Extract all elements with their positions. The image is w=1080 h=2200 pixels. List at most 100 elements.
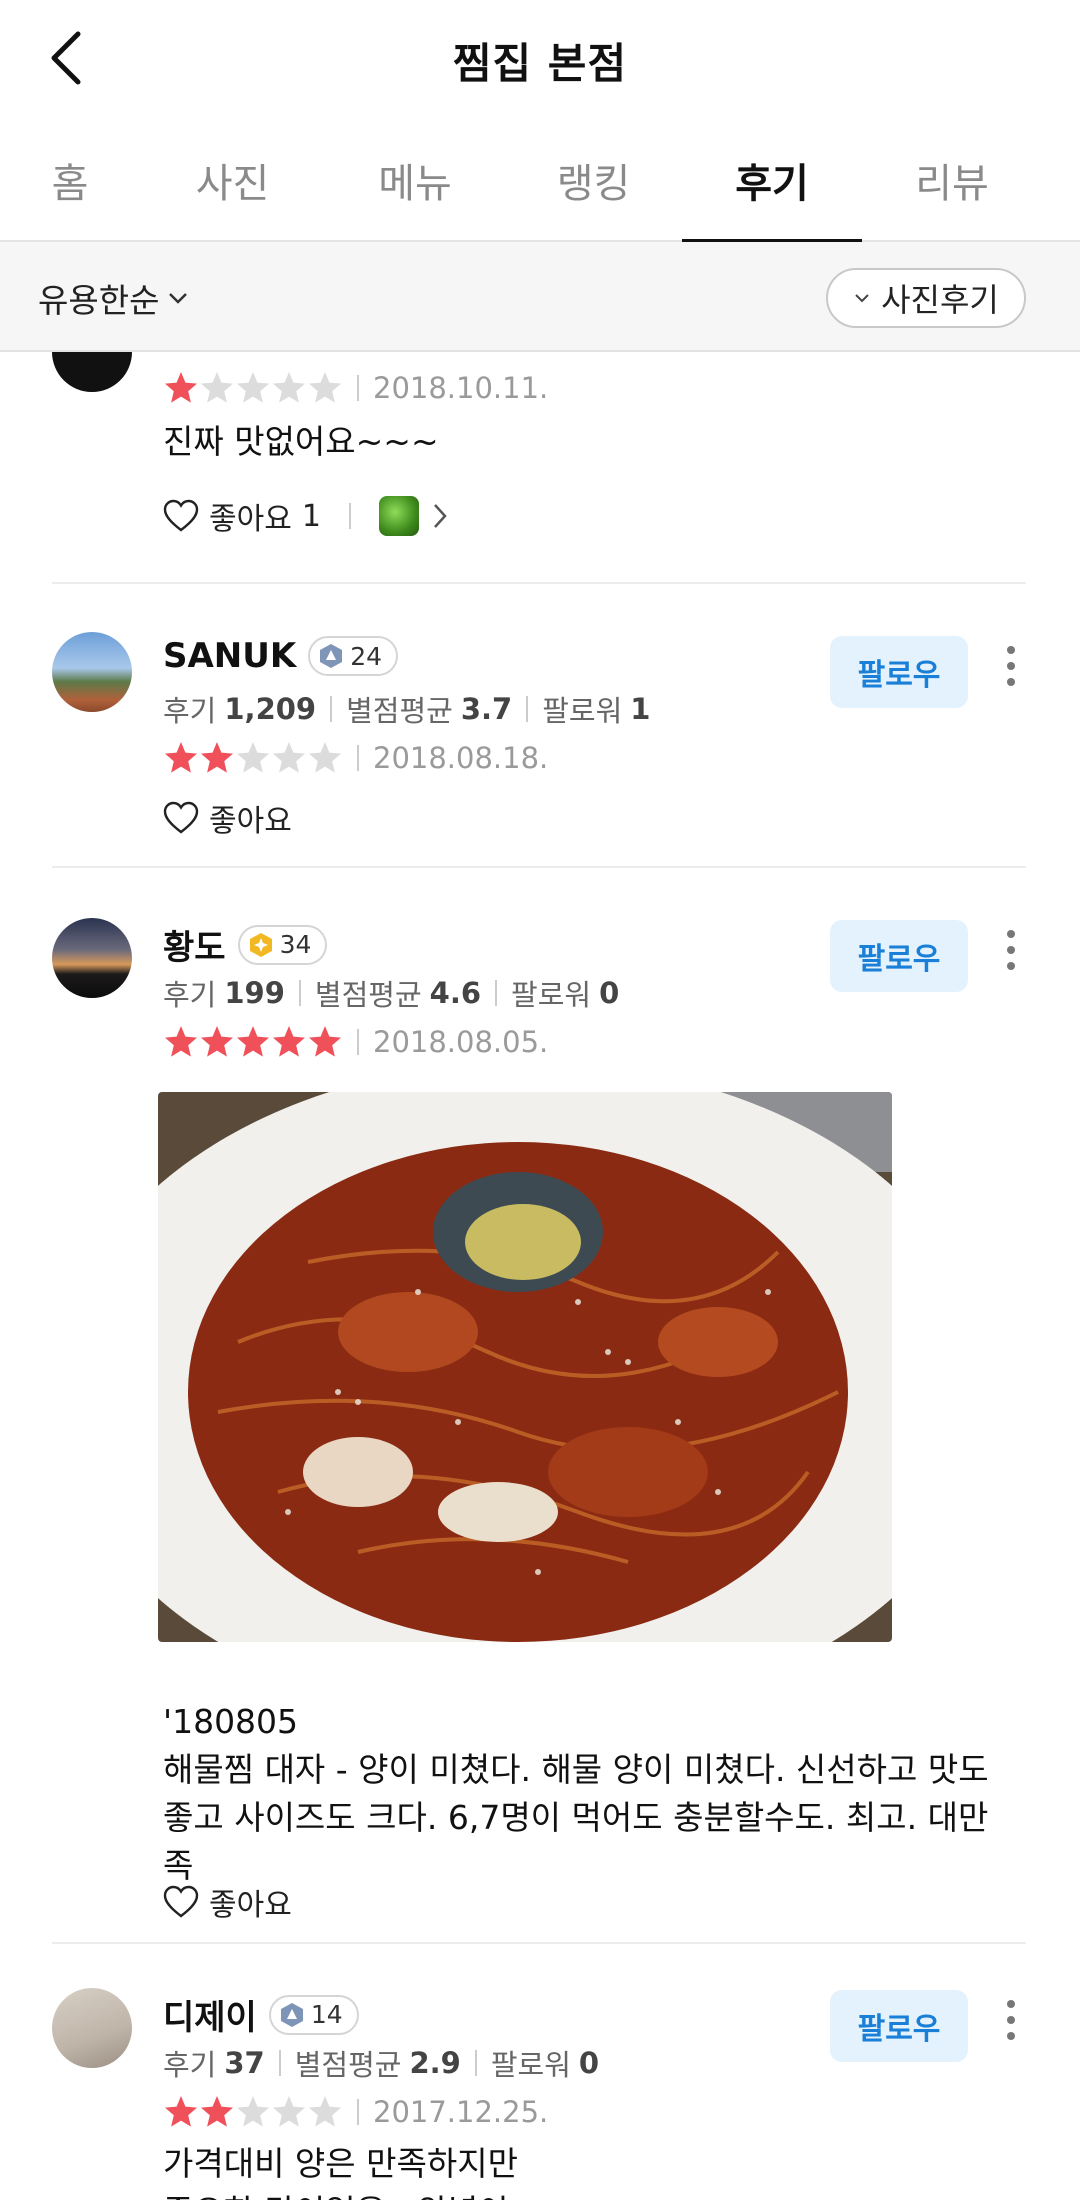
heart-icon[interactable] xyxy=(163,1885,199,1919)
level-icon xyxy=(249,932,272,957)
review-list[interactable]: 2018.10.11. 진짜 맛없어요~~~ 좋아요 1 SANUK 24 후기… xyxy=(0,352,1080,2200)
avatar[interactable] xyxy=(52,352,132,392)
tab-reviews[interactable]: 후기 xyxy=(682,118,862,244)
follower-count: 0 xyxy=(578,2046,600,2080)
review-count-label: 후기 xyxy=(163,694,217,728)
tab-blog-reviews[interactable]: 리뷰 xyxy=(862,118,1042,242)
star-filled-icon xyxy=(201,1026,233,1057)
filter-bar: 유용한순 사진후기 xyxy=(0,242,1080,352)
level-number: 34 xyxy=(279,930,312,959)
review-text: 진짜 맛없어요~~~ xyxy=(163,422,439,461)
avatar[interactable] xyxy=(52,1988,132,2068)
review-text: 해물찜 대자 - 양이 미쳤다. 해물 양이 미쳤다. 신선하고 맛도 좋고 사… xyxy=(163,1750,989,1885)
star-empty-icon xyxy=(309,372,341,403)
review-date: 2018.08.05. xyxy=(373,1025,549,1059)
star-empty-icon xyxy=(237,372,269,403)
page-title: 찜집 본점 xyxy=(452,39,628,88)
follow-button[interactable]: 팔로우 xyxy=(830,1990,968,2062)
more-options-icon[interactable] xyxy=(996,920,1026,980)
star-filled-icon xyxy=(165,1026,197,1057)
rating-row: 2018.08.05. xyxy=(163,1024,548,1060)
level-icon xyxy=(280,2002,303,2027)
avg-rating: 2.9 xyxy=(409,2046,461,2080)
avg-rating-label: 별점평균 xyxy=(346,694,453,728)
user-name[interactable]: 황도 xyxy=(163,920,226,969)
level-badge: 24 xyxy=(308,636,399,676)
rating-row: 2017.12.25. xyxy=(163,2094,548,2130)
like-label[interactable]: 좋아요 xyxy=(209,1880,292,1924)
follower-label: 팔로워 xyxy=(490,2048,571,2082)
review-date: 2018.08.18. xyxy=(373,741,549,775)
tab-menu[interactable]: 메뉴 xyxy=(325,118,505,242)
like-label[interactable]: 좋아요 xyxy=(209,494,292,538)
like-row: 좋아요 xyxy=(163,796,292,840)
star-rating xyxy=(163,740,343,776)
tab-home[interactable]: 홈 xyxy=(0,118,140,242)
sort-dropdown[interactable]: 유용한순 xyxy=(38,274,189,322)
level-number: 14 xyxy=(310,2000,343,2029)
user-stats: 후기 199 별점평균 4.6 팔로워 0 xyxy=(163,972,619,1014)
rating-row: 2018.10.11. xyxy=(163,370,548,406)
follower-count: 1 xyxy=(630,692,651,726)
tab-photos[interactable]: 사진 xyxy=(140,118,325,242)
review-date: 2017.12.25. xyxy=(373,2095,549,2129)
follow-button[interactable]: 팔로우 xyxy=(830,636,968,708)
like-row: 좋아요 1 xyxy=(163,494,451,538)
like-row: 좋아요 xyxy=(163,1880,292,1924)
review-date: 2018.10.11. xyxy=(373,371,549,405)
more-options-icon[interactable] xyxy=(996,1990,1026,2050)
review-count-label: 후기 xyxy=(163,2048,217,2082)
review-photo[interactable] xyxy=(158,1092,892,1642)
avatar[interactable] xyxy=(52,918,132,998)
like-count: 1 xyxy=(301,498,321,534)
user-name[interactable]: SANUK xyxy=(163,636,296,676)
tab-bar: 홈 사진 메뉴 랭킹 후기 리뷰 xyxy=(0,118,1080,244)
photo-review-filter-label: 사진후기 xyxy=(881,281,999,319)
review-count: 199 xyxy=(224,976,285,1010)
level-badge: 34 xyxy=(237,924,328,965)
follower-count: 0 xyxy=(599,976,620,1010)
star-rating xyxy=(163,1024,343,1060)
level-icon xyxy=(320,644,343,668)
rating-row: 2018.08.18. xyxy=(163,740,548,776)
star-empty-icon xyxy=(309,2096,341,2127)
like-label[interactable]: 좋아요 xyxy=(209,796,292,840)
more-options-icon[interactable] xyxy=(996,636,1026,696)
follow-button[interactable]: 팔로우 xyxy=(830,920,968,992)
follower-label: 팔로워 xyxy=(511,978,592,1012)
avatar[interactable] xyxy=(52,632,132,712)
star-filled-icon xyxy=(201,2096,233,2127)
star-filled-icon xyxy=(165,742,197,773)
chevron-down-icon xyxy=(855,294,869,303)
level-number: 24 xyxy=(350,641,383,671)
divider xyxy=(52,1942,1026,1944)
star-filled-icon xyxy=(309,1026,341,1057)
heart-icon[interactable] xyxy=(163,801,199,835)
reviewer-thumbnail[interactable] xyxy=(378,496,419,536)
user-stats: 후기 37 별점평균 2.9 팔로워 0 xyxy=(163,2042,599,2084)
star-empty-icon xyxy=(237,2096,269,2127)
star-filled-icon xyxy=(165,372,197,403)
star-empty-icon xyxy=(237,742,269,773)
user-name[interactable]: 디제이 xyxy=(163,1990,257,2039)
star-rating xyxy=(163,370,343,406)
user-name-row: 디제이 14 xyxy=(163,1990,359,2039)
avg-rating-label: 별점평균 xyxy=(294,2048,402,2082)
avg-rating: 4.6 xyxy=(429,976,482,1010)
sort-label: 유용한순 xyxy=(38,281,160,320)
tab-ranking[interactable]: 랭킹 xyxy=(505,118,682,242)
star-rating xyxy=(163,2094,343,2130)
star-empty-icon xyxy=(273,742,305,773)
avg-rating-label: 별점평균 xyxy=(314,978,422,1012)
star-filled-icon xyxy=(201,742,233,773)
user-name-row: 황도 34 xyxy=(163,920,328,969)
heart-icon[interactable] xyxy=(163,499,199,533)
photo-review-filter-button[interactable]: 사진후기 xyxy=(826,268,1026,328)
review-text: 가격대비 양은 만족하지만 xyxy=(163,2144,518,2183)
star-filled-icon xyxy=(165,2096,197,2127)
divider xyxy=(52,582,1026,584)
avg-rating: 3.7 xyxy=(460,692,513,726)
user-stats: 후기 1,209 별점평균 3.7 팔로워 1 xyxy=(163,688,650,730)
chevron-right-icon[interactable] xyxy=(429,501,451,531)
star-empty-icon xyxy=(309,742,341,773)
